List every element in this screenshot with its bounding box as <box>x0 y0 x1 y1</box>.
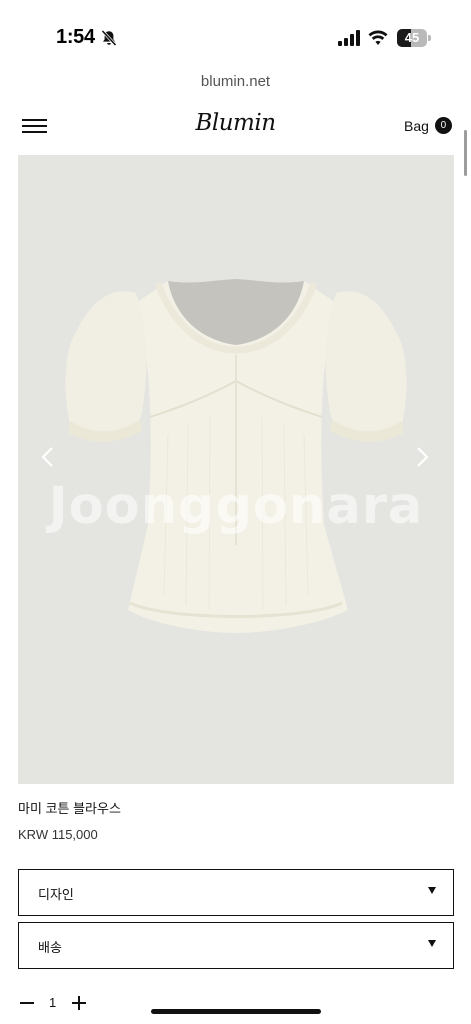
option-select-label: 배송 <box>38 940 62 955</box>
plus-icon[interactable] <box>70 993 90 1013</box>
minus-icon[interactable] <box>18 993 38 1013</box>
bag-label: Bag <box>404 117 429 134</box>
product-price: KRW 115,000 <box>18 827 98 842</box>
status-bar: 1:54 45 <box>0 0 471 70</box>
bell-slash-icon <box>101 29 117 47</box>
battery-icon: 45 <box>397 29 431 47</box>
caret-down-icon <box>428 940 436 947</box>
product-name: 마미 코튼 블라우스 <box>18 801 121 816</box>
home-indicator[interactable] <box>151 1009 321 1014</box>
browser-url[interactable]: blumin.net <box>0 73 471 90</box>
status-time: 1:54 <box>56 26 95 48</box>
option-select-shipping[interactable]: 배송 <box>18 922 454 969</box>
chevron-left-icon[interactable] <box>38 445 58 469</box>
watermark-text: Joonggonara <box>48 477 424 536</box>
option-select-label: 디자인 <box>38 887 74 902</box>
caret-down-icon <box>428 887 436 894</box>
battery-level: 45 <box>404 30 420 45</box>
product-photo <box>65 279 407 633</box>
product-image-gallery[interactable]: Joonggonara <box>18 155 454 784</box>
quantity-value[interactable]: 1 <box>49 995 56 1010</box>
bag-count-badge: 0 <box>434 117 452 134</box>
wifi-icon <box>368 30 388 45</box>
cellular-signal-icon <box>338 30 360 46</box>
option-select-design[interactable]: 디자인 <box>18 869 454 916</box>
bag-button[interactable]: Bag 0 <box>404 117 452 134</box>
chevron-right-icon[interactable] <box>412 445 432 469</box>
site-logo[interactable]: Blumin <box>0 110 471 136</box>
scrollbar[interactable] <box>464 130 467 176</box>
